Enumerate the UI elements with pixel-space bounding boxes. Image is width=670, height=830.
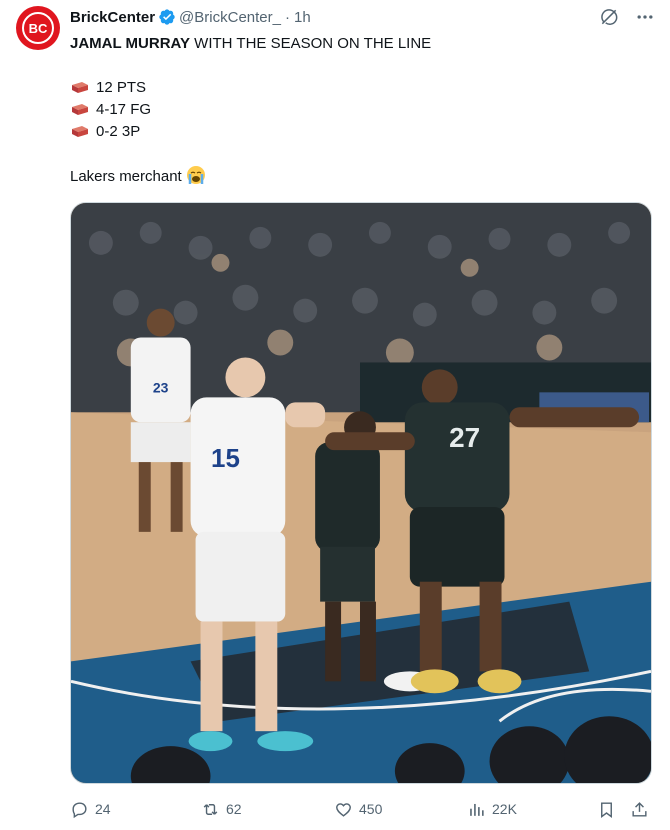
share-icon: [632, 801, 647, 817]
stat-three-pointers: 0-2 3P: [96, 123, 141, 140]
author-handle[interactable]: @BrickCenter_: [179, 9, 281, 26]
stat-points: 12 PTS: [96, 79, 147, 96]
crying-face-icon: [186, 166, 205, 184]
headline-bold: JAMAL MURRAY: [70, 35, 191, 52]
verified-badge-icon: [158, 8, 176, 26]
bookmark-button[interactable]: [597, 797, 616, 821]
views-icon: [470, 803, 484, 816]
stat-field-goals: 4-17 FG: [96, 101, 152, 118]
caption-text: Lakers merchant: [70, 168, 182, 185]
reply-icon: [72, 801, 87, 818]
tweet-text: JAMAL MURRAY WITH THE SEASON ON THE LINE…: [70, 33, 650, 187]
top-actions: [598, 6, 656, 28]
svg-text:BC: BC: [29, 21, 48, 36]
stat-line: 4-17 FG: [70, 99, 650, 121]
like-count: 450: [359, 801, 383, 817]
stat-line: 0-2 3P: [70, 121, 650, 143]
author-name[interactable]: BrickCenter: [70, 9, 155, 26]
brick-icon: [72, 104, 88, 115]
reply-button[interactable]: 24: [70, 797, 111, 821]
separator-dot: ·: [284, 8, 290, 26]
avatar[interactable]: BC: [16, 6, 60, 50]
tweet-header: BrickCenter @BrickCenter_ · 1h: [70, 6, 311, 28]
repost-button[interactable]: 62: [201, 797, 242, 821]
repost-count: 62: [226, 801, 242, 817]
headline: JAMAL MURRAY WITH THE SEASON ON THE LINE: [70, 33, 650, 55]
brick-icon: [72, 126, 88, 137]
grok-icon[interactable]: [598, 6, 620, 28]
timestamp[interactable]: 1h: [294, 9, 311, 26]
jersey-number-27: 27: [449, 422, 480, 453]
game-photo: 23 15 27: [71, 203, 651, 783]
tweet-actions: 24 62 450 22K: [70, 797, 652, 821]
share-button[interactable]: [630, 797, 649, 821]
tweet-media[interactable]: 23 15 27: [70, 202, 652, 784]
bookmark-icon: [601, 801, 612, 818]
headline-rest: WITH THE SEASON ON THE LINE: [190, 35, 432, 52]
jersey-number-23: 23: [153, 379, 169, 395]
caption: Lakers merchant: [70, 165, 650, 187]
repost-icon: [203, 803, 218, 815]
views-button[interactable]: 22K: [467, 797, 517, 821]
brick-icon: [72, 82, 88, 93]
like-button[interactable]: 450: [334, 797, 382, 821]
views-count: 22K: [492, 801, 517, 817]
like-icon: [336, 802, 351, 817]
jersey-number-15: 15: [211, 445, 240, 473]
more-icon[interactable]: [634, 6, 656, 28]
brickcenter-logo: BC: [22, 12, 54, 44]
stat-line: 12 PTS: [70, 77, 650, 99]
reply-count: 24: [95, 801, 111, 817]
